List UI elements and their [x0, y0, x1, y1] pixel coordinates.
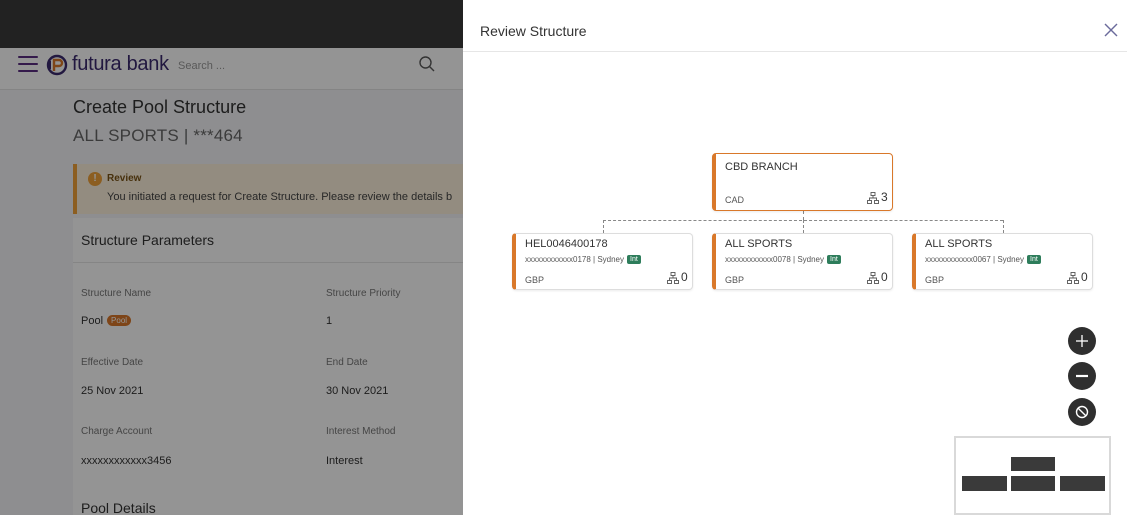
tree-connector [603, 220, 604, 233]
zoom-out-button[interactable] [1068, 362, 1096, 390]
structure-minimap[interactable] [954, 436, 1111, 515]
node-name: ALL SPORTS [725, 238, 793, 250]
tree-connector [803, 211, 804, 220]
hierarchy-icon [1067, 272, 1079, 284]
tree-connector [803, 220, 804, 233]
node-child-count: 0 [881, 270, 888, 284]
reset-icon [1075, 405, 1089, 419]
minimap-node [962, 476, 1007, 491]
node-currency: GBP [525, 275, 545, 285]
tree-node-child[interactable]: ALL SPORTS xxxxxxxxxxxx0078 | Sydney Int … [712, 233, 893, 290]
plus-icon [1076, 335, 1088, 347]
account-text: xxxxxxxxxxxx0078 | Sydney [725, 255, 825, 264]
node-name: ALL SPORTS [925, 238, 993, 250]
node-child-count: 0 [1081, 270, 1088, 284]
tree-node-root[interactable]: CBD BRANCH CAD 3 [712, 153, 893, 211]
node-currency: GBP [725, 275, 745, 285]
minimap-node [1011, 457, 1055, 471]
modal-title: Review Structure [480, 23, 587, 39]
tree-node-child[interactable]: ALL SPORTS xxxxxxxxxxxx0067 | Sydney Int … [912, 233, 1093, 290]
zoom-in-button[interactable] [1068, 327, 1096, 355]
modal-backdrop[interactable] [0, 0, 463, 515]
node-child-count: 3 [881, 190, 888, 204]
int-badge: Int [627, 255, 641, 264]
node-name: HEL0046400178 [525, 238, 608, 250]
reset-zoom-button[interactable] [1068, 398, 1096, 426]
node-currency: CAD [725, 195, 745, 205]
minus-icon [1076, 374, 1088, 378]
node-account: xxxxxxxxxxxx0178 | Sydney Int [525, 255, 641, 264]
node-child-count: 0 [681, 270, 688, 284]
node-account: xxxxxxxxxxxx0078 | Sydney Int [725, 255, 841, 264]
int-badge: Int [827, 255, 841, 264]
node-currency: GBP [925, 275, 945, 285]
close-icon[interactable] [1103, 22, 1119, 38]
hierarchy-icon [867, 192, 879, 204]
minimap-node [1011, 476, 1055, 491]
hierarchy-icon [867, 272, 879, 284]
modal-header: Review Structure [463, 0, 1127, 52]
minimap-node [1060, 476, 1105, 491]
account-text: xxxxxxxxxxxx0067 | Sydney [925, 255, 1025, 264]
review-structure-modal: Review Structure CBD BRANCH CAD 3 HEL004… [463, 0, 1127, 515]
node-name: CBD BRANCH [725, 161, 798, 173]
hierarchy-icon [667, 272, 679, 284]
tree-connector [1003, 220, 1004, 233]
node-account: xxxxxxxxxxxx0067 | Sydney Int [925, 255, 1041, 264]
account-text: xxxxxxxxxxxx0178 | Sydney [525, 255, 625, 264]
tree-node-child[interactable]: HEL0046400178 xxxxxxxxxxxx0178 | Sydney I… [512, 233, 693, 290]
int-badge: Int [1027, 255, 1041, 264]
